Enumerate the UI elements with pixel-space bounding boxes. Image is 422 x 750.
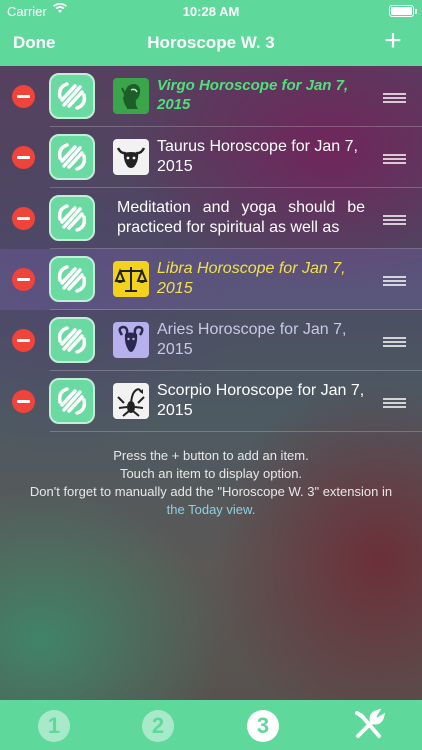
navigation-bar: Carrier 10:28 AM Done Horoscope W. 3 + [0,0,422,66]
tab-3[interactable]: 3 [247,710,279,742]
clock: 10:28 AM [182,4,240,19]
delete-icon[interactable] [12,146,35,169]
list-item[interactable]: Taurus Horoscope for Jan 7, 2015 [0,127,422,188]
item-text: Scorpio Horoscope for Jan 7, 2015 [157,381,369,421]
delete-icon[interactable] [12,390,35,413]
delete-icon[interactable] [12,207,35,230]
list-item[interactable]: Aries Horoscope for Jan 7, 2015 [0,310,422,371]
tab-bar: 1 2 3 [0,700,422,750]
item-text: Aries Horoscope for Jan 7, 2015 [157,321,347,358]
battery-icon [389,5,417,17]
list-item[interactable]: Libra Horoscope for Jan 7, 2015 [0,249,422,310]
list-item[interactable]: Meditation and yoga should be practiced … [0,188,422,249]
page-title: Horoscope W. 3 [147,33,275,52]
reorder-handle-icon[interactable] [383,398,406,410]
instructions: Press the + button to add an item. Touch… [0,447,422,519]
item-text: Libra Horoscope for Jan 7, 2015 [157,260,346,297]
reorder-handle-icon[interactable] [383,93,406,105]
aries-icon [113,322,149,358]
app-icon [49,378,95,424]
add-button[interactable]: + [380,26,406,56]
reorder-handle-icon[interactable] [383,276,406,288]
instruction-line: the Today view. [166,502,256,517]
libra-icon [113,261,149,297]
app-icon [49,256,95,302]
scorpio-icon [113,383,149,419]
tab-2[interactable]: 2 [142,710,174,742]
app-icon [49,73,95,119]
item-text-sign: Scorpio Horoscope for Jan 7, 2015 [157,382,365,419]
delete-icon[interactable] [12,268,35,291]
list-item[interactable]: Virgo Horoscope for Jan 7, 2015 [0,66,422,127]
delete-icon[interactable] [12,329,35,352]
item-text: Virgo Horoscope for Jan 7, 2015 [157,77,349,113]
instruction-line: Touch an item to display option. [119,466,303,481]
app-icon [49,317,95,363]
app-icon [49,134,95,180]
item-list: Virgo Horoscope for Jan 7, 2015 Taurus H… [0,66,422,432]
reorder-handle-icon[interactable] [383,215,406,227]
taurus-icon [113,139,149,175]
item-text: Taurus Horoscope for Jan 7, 2015 [157,138,358,175]
app-icon [49,195,95,241]
status-bar: Carrier 10:28 AM [0,0,422,22]
instruction-line: Don't forget to manually add the "Horosc… [29,484,393,499]
reorder-handle-icon[interactable] [383,154,406,166]
tab-1[interactable]: 1 [38,710,70,742]
tools-icon[interactable] [352,708,386,747]
virgo-icon [113,78,149,114]
done-button[interactable]: Done [13,33,56,53]
list-item[interactable]: Scorpio Horoscope for Jan 7, 2015 [0,371,422,432]
delete-icon[interactable] [12,85,35,108]
reorder-handle-icon[interactable] [383,337,406,349]
item-text: Meditation and yoga should be practiced … [117,199,365,236]
instruction-line: Press the + button to add an item. [113,448,309,463]
